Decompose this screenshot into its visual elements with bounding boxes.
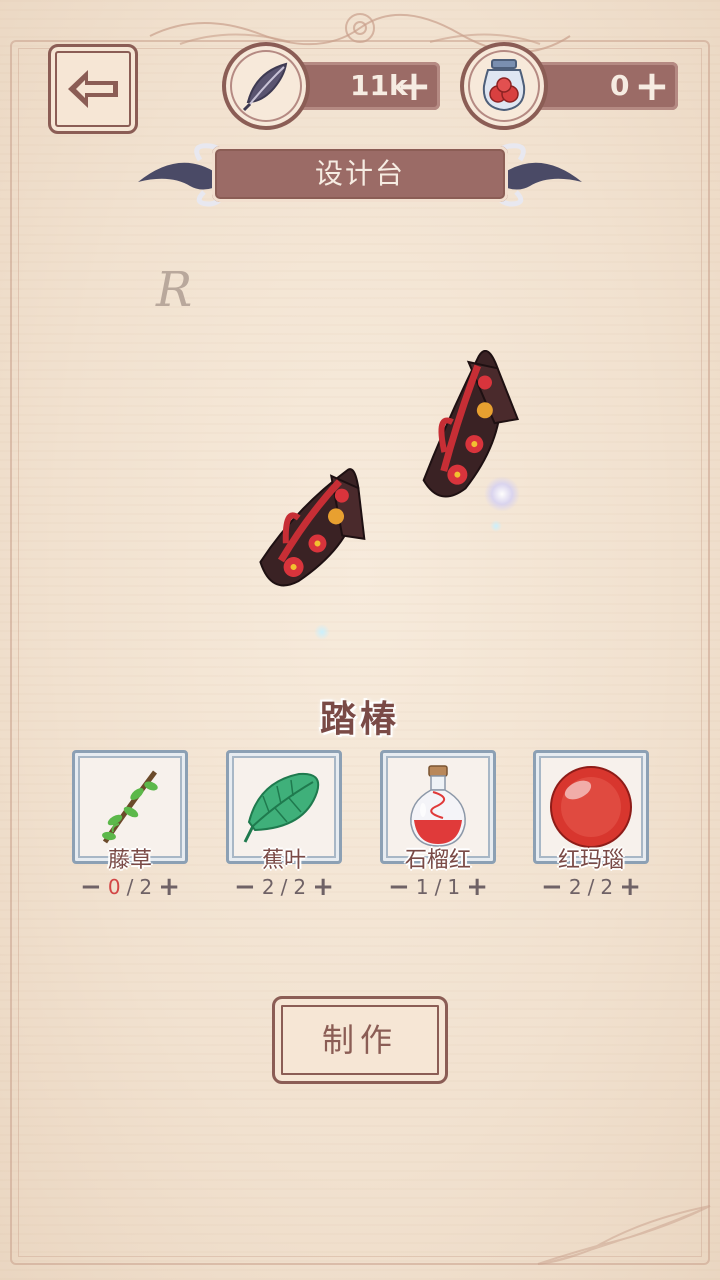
decrease-button[interactable]: − <box>80 872 102 902</box>
material-need: 2 <box>600 875 614 899</box>
material-need: 1 <box>447 875 461 899</box>
material-slot[interactable]: 石榴红 − 1 / 1 + <box>380 750 496 902</box>
berry-currency: 0 + <box>460 42 682 130</box>
increase-button[interactable]: + <box>312 872 334 902</box>
material-name: 藤草 <box>107 848 152 873</box>
material-have: 1 <box>415 875 429 899</box>
add-feather-button[interactable]: + <box>394 65 434 107</box>
material-name: 石榴红 <box>404 848 471 873</box>
feather-quill-icon <box>242 62 288 112</box>
back-arrow-icon <box>68 70 118 108</box>
design-table-screen: 11k + 0 + 设计台 R 踏椿 藤草 − 0 / 2 + 蕉叶 − 2 /… <box>0 0 720 1280</box>
material-have: 2 <box>261 875 275 899</box>
count-separator: / <box>434 875 442 899</box>
feather-currency-badge <box>222 42 310 130</box>
berry-jar-icon <box>482 59 526 112</box>
material-count: − 2 / 2 + <box>226 872 342 902</box>
berry-currency-value: 0 <box>610 69 630 102</box>
item-name: 踏椿 <box>319 699 400 740</box>
sparkle-effect <box>314 624 330 640</box>
increase-button[interactable]: + <box>466 872 488 902</box>
red-agate-orb-icon <box>550 766 632 848</box>
back-button[interactable] <box>48 44 138 134</box>
feather-decoration-icon <box>537 1205 711 1265</box>
sparkle-effect <box>484 476 520 512</box>
title-banner: 设计台 <box>130 138 590 210</box>
material-need: 2 <box>293 875 307 899</box>
material-have: 0 <box>107 875 121 899</box>
make-button[interactable]: 制作 <box>272 996 448 1084</box>
material-slot[interactable]: 红玛瑙 − 2 / 2 + <box>533 750 649 902</box>
vine-branch-icon <box>102 770 158 844</box>
increase-button[interactable]: + <box>619 872 641 902</box>
material-count: − 0 / 2 + <box>72 872 188 902</box>
material-slot[interactable]: 藤草 − 0 / 2 + <box>72 750 188 902</box>
material-name: 蕉叶 <box>261 848 306 873</box>
decrease-button[interactable]: − <box>234 872 256 902</box>
berry-currency-badge <box>460 42 548 130</box>
sparkle-effect <box>490 520 502 532</box>
banana-leaf-icon <box>243 772 320 843</box>
material-count: − 1 / 1 + <box>380 872 496 902</box>
add-berry-button[interactable]: + <box>632 65 672 107</box>
count-separator: / <box>587 875 595 899</box>
decrease-button[interactable]: − <box>388 872 410 902</box>
page-title: 设计台 <box>314 157 405 190</box>
increase-button[interactable]: + <box>158 872 180 902</box>
feather-currency: 11k + <box>222 42 444 130</box>
material-slot[interactable]: 蕉叶 − 2 / 2 + <box>226 750 342 902</box>
material-count: − 2 / 2 + <box>533 872 649 902</box>
count-separator: / <box>280 875 288 899</box>
material-need: 2 <box>139 875 153 899</box>
decrease-button[interactable]: − <box>541 872 563 902</box>
material-name: 红玛瑙 <box>557 848 624 873</box>
rarity-badge: R <box>156 262 193 318</box>
count-separator: / <box>126 875 134 899</box>
red-potion-bottle-icon <box>410 765 466 847</box>
material-have: 2 <box>568 875 582 899</box>
